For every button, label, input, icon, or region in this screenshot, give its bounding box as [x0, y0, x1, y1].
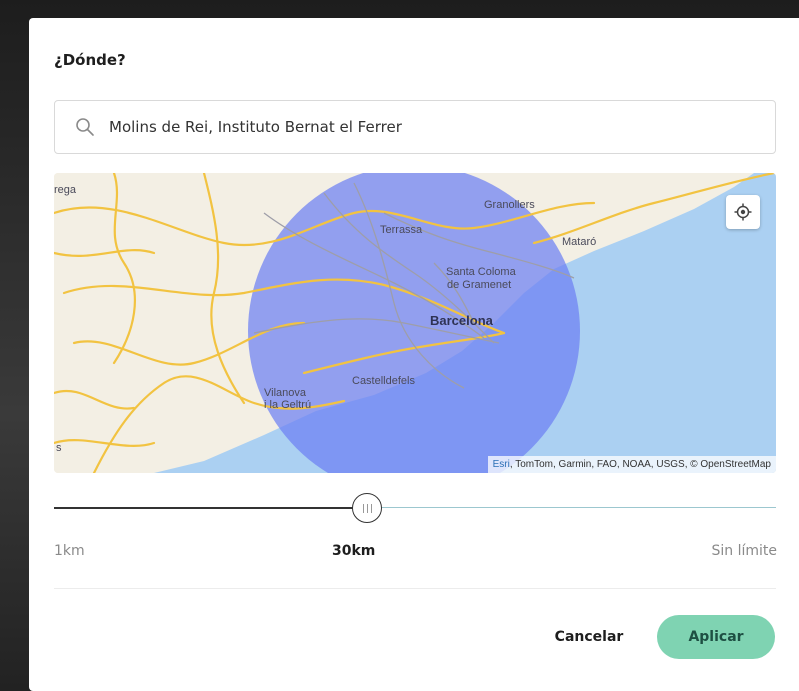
map-label-santa-coloma: Santa Coloma — [446, 266, 517, 278]
map-label-gramenet: de Gramenet — [447, 279, 511, 291]
radius-current-label: 30km — [332, 543, 376, 559]
search-icon — [76, 118, 94, 136]
attribution-esri-link[interactable]: Esri — [493, 459, 510, 470]
map-label-terrassa: Terrassa — [380, 224, 423, 236]
cancel-button[interactable]: Cancelar — [539, 615, 639, 659]
attribution-text: , TomTom, Garmin, FAO, NOAA, USGS, © Ope… — [509, 459, 771, 470]
radius-slider-track-empty[interactable] — [367, 507, 776, 508]
radius-slider[interactable] — [54, 493, 776, 523]
crosshair-icon — [734, 203, 752, 221]
grip-line-icon — [370, 503, 372, 513]
radius-min-label: 1km — [54, 543, 85, 559]
map-label-barcelona: Barcelona — [430, 313, 494, 328]
location-search-input[interactable] — [109, 118, 775, 136]
map-label-edge-top: rega — [54, 184, 77, 196]
map-label-geltru: i la Geltrú — [264, 399, 311, 411]
map-label-vilanova: Vilanova — [264, 387, 307, 399]
map-label-granollers: Granollers — [484, 199, 535, 211]
dialog-title: ¿Dónde? — [54, 51, 126, 69]
grip-line-icon — [366, 503, 368, 513]
map-label-castelldefels: Castelldefels — [352, 375, 415, 387]
location-dialog: ¿Dónde? Molins de Rei, Instituto Bernat … — [29, 18, 799, 691]
apply-button[interactable]: Aplicar — [657, 615, 775, 659]
locate-me-button[interactable] — [726, 195, 760, 229]
radius-slider-track-filled[interactable] — [54, 507, 367, 509]
map-view[interactable]: Granollers Terrassa Mataró Santa Coloma … — [54, 173, 776, 473]
radius-slider-thumb[interactable] — [352, 493, 382, 523]
grip-line-icon — [362, 503, 364, 513]
location-search[interactable] — [54, 100, 776, 154]
footer-divider — [54, 588, 776, 589]
map-attribution: Esri, TomTom, Garmin, FAO, NOAA, USGS, ©… — [487, 456, 776, 473]
map-canvas[interactable]: Granollers Terrassa Mataró Santa Coloma … — [54, 173, 776, 473]
map-label-mataro: Mataró — [562, 236, 596, 248]
radius-max-label: Sin límite — [711, 543, 777, 559]
map-label-edge-left: s — [56, 442, 62, 454]
